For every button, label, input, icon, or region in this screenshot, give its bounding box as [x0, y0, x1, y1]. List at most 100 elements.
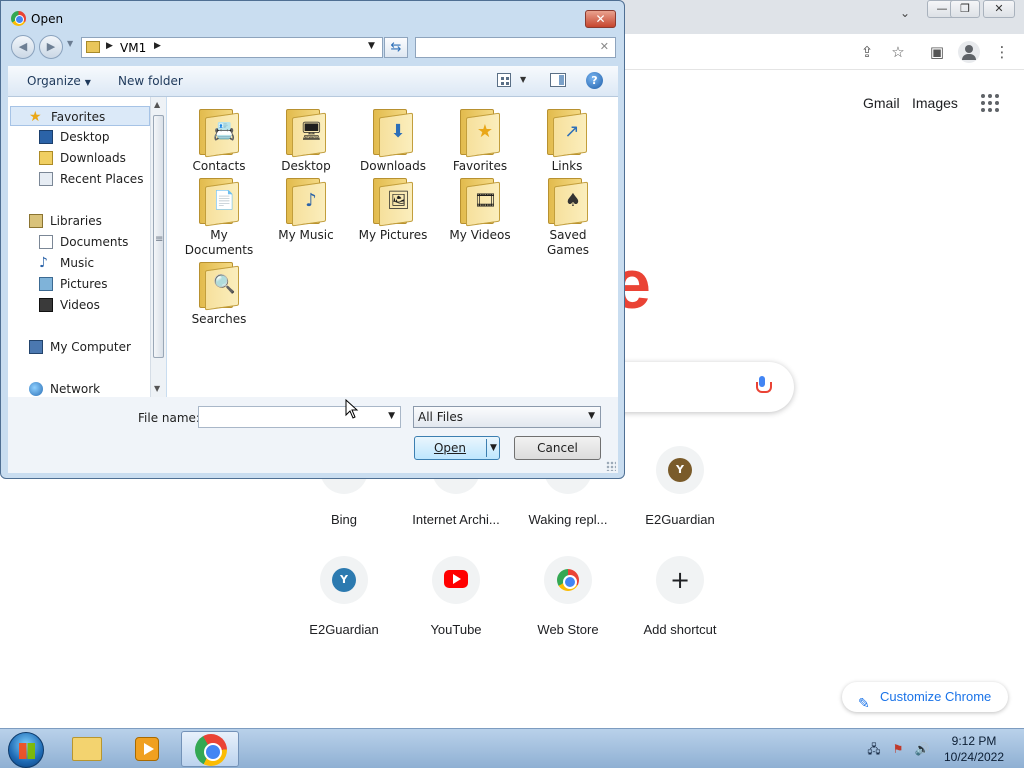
documents-icon — [39, 235, 53, 249]
taskbar-media-player[interactable] — [118, 731, 176, 767]
nav-label: Music — [60, 256, 95, 270]
clock-time: 9:12 PM — [951, 734, 997, 748]
tab-search-chevron-icon[interactable]: ⌄ — [896, 6, 914, 24]
folder-icon — [72, 737, 102, 761]
downloads-folder-icon — [39, 151, 53, 165]
nav-favorites[interactable]: ★ Favorites — [10, 106, 150, 126]
file-item-contacts[interactable]: 📇 Contacts — [176, 105, 262, 174]
shortcut-label: Waking repl... — [528, 512, 608, 527]
nav-desktop[interactable]: Desktop — [8, 127, 148, 147]
file-name: Desktop — [281, 159, 331, 173]
clear-search-icon[interactable]: ✕ — [600, 40, 609, 53]
pictures-icon — [39, 277, 53, 291]
shortcut-web-store[interactable]: Web Store — [512, 556, 624, 637]
youtube-icon — [444, 570, 468, 588]
nav-videos[interactable]: Videos — [8, 295, 148, 315]
nav-downloads[interactable]: Downloads — [8, 148, 148, 168]
nav-network[interactable]: Network — [8, 379, 148, 397]
side-panel-icon[interactable]: ▣ — [925, 40, 949, 64]
file-item-my-pictures[interactable]: 🖼 My Pictures — [350, 174, 436, 243]
customize-chrome-button[interactable]: ✎ Customize Chrome — [842, 682, 1008, 712]
file-item-favorites[interactable]: ★ Favorites — [437, 105, 523, 174]
nav-scrollbar[interactable]: ▲ ≡ ▼ — [150, 97, 166, 397]
back-button[interactable]: ◀ — [11, 35, 35, 59]
chrome-restore-button[interactable]: ❐ — [950, 0, 980, 18]
open-file-dialog: Open ✕ ◀ ▶ ▼ ▶ VM1 ▶ ▼ ⇆ ✕ Organize ▼ New… — [0, 0, 625, 479]
file-name-input[interactable]: ▼ — [198, 406, 401, 428]
breadcrumb-arrow-icon[interactable]: ▶ — [106, 41, 113, 51]
network-icon — [29, 382, 43, 396]
breadcrumb-vm1[interactable]: VM1 — [120, 41, 146, 55]
nav-music[interactable]: ♪ Music — [8, 253, 148, 273]
file-item-my-music[interactable]: ♪ My Music — [263, 174, 349, 243]
clock[interactable]: 9:12 PM 10/24/2022 — [936, 733, 1012, 765]
command-bar: Organize ▼ New folder ▼ ? — [8, 66, 618, 97]
start-button[interactable] — [8, 732, 44, 768]
file-name: Contacts — [192, 159, 246, 173]
file-item-links[interactable]: ↗ Links — [524, 105, 610, 174]
open-options-chevron-icon[interactable]: ▼ — [488, 437, 499, 459]
file-name: My Music — [278, 228, 334, 242]
shortcut-youtube[interactable]: YouTube — [400, 556, 512, 637]
network-icon[interactable]: 🖧 — [866, 741, 882, 757]
shortcut-e2guardian-1[interactable]: Y E2Guardian — [624, 446, 736, 527]
taskbar-chrome[interactable] — [181, 731, 239, 767]
file-item-desktop[interactable]: 🖥 Desktop — [263, 105, 349, 174]
taskbar-explorer[interactable] — [58, 731, 116, 767]
google-apps-icon[interactable] — [981, 94, 999, 112]
desktop-icon — [39, 130, 53, 144]
split-divider — [486, 439, 487, 457]
file-name: My Pictures — [358, 228, 428, 242]
file-item-saved-games[interactable]: ♠ Saved Games — [524, 174, 612, 258]
nav-my-computer[interactable]: My Computer — [8, 337, 148, 357]
file-type-select[interactable]: All Files ▼ — [413, 406, 601, 428]
scroll-thumb[interactable]: ≡ — [153, 115, 164, 358]
images-link[interactable]: Images — [912, 95, 958, 111]
bookmark-star-icon[interactable]: ☆ — [886, 40, 910, 64]
file-item-searches[interactable]: 🔍 Searches — [176, 258, 262, 327]
change-view-icon[interactable] — [497, 73, 511, 87]
open-button[interactable]: Open ▼ — [414, 436, 500, 460]
organize-button[interactable]: Organize ▼ — [27, 74, 91, 88]
refresh-button[interactable]: ⇆ — [384, 37, 408, 58]
file-item-my-documents[interactable]: 📄 My Documents — [176, 174, 262, 258]
help-icon[interactable]: ? — [586, 72, 603, 89]
nav-recent-places[interactable]: Recent Places — [8, 169, 148, 189]
chrome-menu-icon[interactable]: ⋮ — [990, 40, 1014, 64]
flag-icon[interactable]: ⚑ — [890, 741, 906, 757]
nav-libraries[interactable]: Libraries — [8, 211, 148, 231]
new-folder-button[interactable]: New folder — [118, 74, 183, 88]
shortcut-label: Add shortcut — [643, 622, 717, 637]
share-icon[interactable]: ⇪ — [855, 40, 879, 64]
file-name: Saved Games — [547, 228, 589, 257]
scroll-down-icon[interactable]: ▼ — [154, 384, 160, 393]
dialog-close-button[interactable]: ✕ — [585, 10, 616, 28]
shortcut-label: Internet Archi... — [412, 512, 500, 527]
file-item-my-videos[interactable]: 🎞 My Videos — [437, 174, 523, 243]
gmail-link[interactable]: Gmail — [863, 95, 900, 111]
file-item-downloads[interactable]: ⬇ Downloads — [350, 105, 436, 174]
forward-button[interactable]: ▶ — [39, 35, 63, 59]
nav-documents[interactable]: Documents — [8, 232, 148, 252]
voice-search-icon[interactable] — [756, 376, 772, 398]
address-dropdown-icon[interactable]: ▼ — [368, 41, 375, 51]
profile-avatar-icon[interactable] — [958, 41, 980, 63]
shortcut-e2guardian-2[interactable]: Y E2Guardian — [288, 556, 400, 637]
nav-pictures[interactable]: Pictures — [8, 274, 148, 294]
shortcut-label: YouTube — [430, 622, 482, 637]
chrome-close-button[interactable]: ✕ — [983, 0, 1015, 18]
dialog-title: Open — [31, 12, 64, 26]
volume-icon[interactable]: 🔊 — [914, 741, 930, 757]
resize-grip-icon[interactable] — [606, 461, 616, 471]
recent-locations-chevron-icon[interactable]: ▼ — [67, 39, 73, 48]
cancel-button[interactable]: Cancel — [514, 436, 601, 460]
preview-pane-icon[interactable] — [550, 73, 566, 87]
address-bar[interactable]: ▶ VM1 ▶ ▼ — [81, 37, 383, 58]
shortcut-circle: Y — [320, 556, 368, 604]
scroll-up-icon[interactable]: ▲ — [154, 100, 160, 109]
breadcrumb-arrow-icon[interactable]: ▶ — [154, 41, 161, 51]
search-input[interactable]: ✕ — [415, 37, 616, 58]
view-options-chevron-icon[interactable]: ▼ — [520, 75, 526, 84]
add-shortcut-button[interactable]: + Add shortcut — [624, 556, 736, 637]
file-name-dropdown-icon[interactable]: ▼ — [388, 411, 395, 421]
